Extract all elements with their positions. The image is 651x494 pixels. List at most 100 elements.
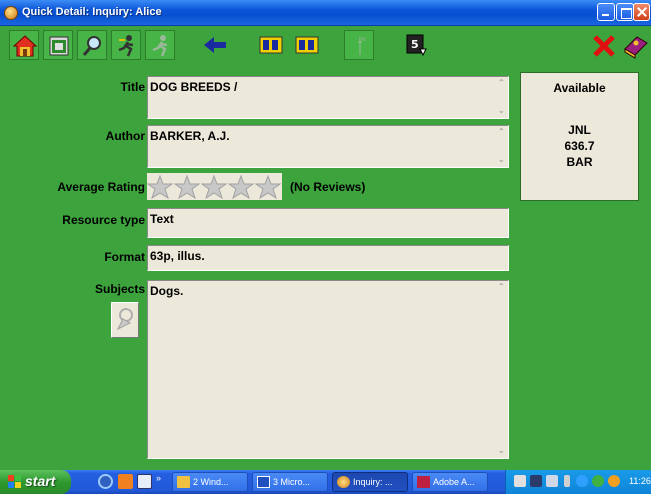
compass-button[interactable]: N [344, 30, 374, 60]
close-window-button[interactable] [633, 3, 650, 21]
close-icon [593, 35, 615, 57]
lookup-icon [116, 308, 133, 331]
task-label: 3 Micro... [273, 477, 311, 487]
cutter-number: BAR [566, 155, 593, 169]
scroll-down-icon[interactable]: ⌄ [498, 156, 505, 164]
network-tray-icon[interactable] [530, 475, 542, 487]
calendar-icon [49, 36, 69, 56]
title-value: DOG BREEDS / [150, 80, 238, 94]
call-number: 636.7 [564, 139, 595, 153]
app-icon [337, 476, 350, 488]
display-tray-icon[interactable] [546, 475, 558, 487]
scroll-down-icon[interactable]: ⌄ [498, 107, 505, 115]
task-inquiry[interactable]: Inquiry: ... [332, 472, 408, 492]
scroll-up-icon[interactable]: ⌃ [498, 79, 505, 87]
rating-text: (No Reviews) [290, 180, 366, 194]
subjects-label: Subjects [94, 282, 145, 296]
task-adobe[interactable]: Adobe A... [412, 472, 488, 492]
resource-type-label: Resource type [62, 213, 145, 227]
format-label: Format [104, 250, 145, 264]
ie-quicklaunch-icon[interactable] [98, 474, 113, 489]
minimize-button[interactable] [597, 3, 615, 21]
reports-button[interactable]: 5 [400, 30, 430, 60]
book-icon [624, 36, 648, 59]
author-value: BARKER, A.J. [150, 129, 230, 143]
folder-icon [177, 476, 190, 488]
reports-icon: 5 [406, 34, 427, 57]
home-button[interactable] [9, 30, 39, 60]
rating-star-icon[interactable] [201, 175, 227, 199]
media-quicklaunch-icon[interactable] [118, 474, 133, 489]
runner-button[interactable] [111, 30, 141, 60]
pen-tray-icon[interactable] [514, 475, 526, 487]
film-strip-forward-button[interactable] [291, 30, 321, 60]
subjects-scrollbar[interactable]: ⌃ ⌄ [495, 281, 508, 458]
compass-icon: N [358, 37, 366, 55]
availability-panel: Available JNL 636.7 BAR [520, 72, 639, 201]
title-label: Title [120, 80, 145, 94]
author-scrollbar[interactable]: ⌃ ⌄ [495, 126, 508, 167]
window-title: Quick Detail: Inquiry: Alice [22, 6, 162, 18]
quicklaunch-overflow-icon[interactable]: » [156, 473, 161, 483]
subjects-field[interactable]: Dogs. ⌃ ⌄ [147, 280, 509, 459]
film-strip-button[interactable] [255, 30, 285, 60]
rating-star-icon[interactable] [174, 175, 200, 199]
taskbar: start » 2 Wind... 3 Micro... Inquiry: ..… [0, 470, 651, 494]
scroll-down-icon[interactable]: ⌄ [498, 447, 505, 455]
rating-star-icon[interactable] [147, 175, 173, 199]
book-button[interactable] [618, 30, 648, 60]
subjects-value: Dogs. [150, 284, 184, 298]
scroll-up-icon[interactable]: ⌃ [498, 128, 505, 136]
search-button[interactable] [77, 30, 107, 60]
search-icon [82, 36, 101, 56]
task-label: Inquiry: ... [353, 477, 393, 487]
clock: 11:26 [629, 476, 651, 486]
rating-star-icon[interactable] [255, 175, 281, 199]
tray-overflow-icon[interactable] [564, 475, 570, 487]
film-strip-forward-icon [295, 36, 319, 54]
desktop-quicklaunch-icon[interactable] [137, 474, 152, 489]
svg-text:5: 5 [411, 38, 419, 51]
film-strip-icon [259, 36, 283, 54]
alert-tray-icon[interactable] [608, 475, 620, 487]
location-code: JNL [568, 123, 591, 137]
toolbar: N 5 [0, 27, 651, 65]
author-field[interactable]: BARKER, A.J. ⌃ ⌄ [147, 125, 509, 168]
format-field[interactable]: 63p, illus. [147, 245, 509, 271]
security-tray-icon[interactable] [592, 475, 604, 487]
title-scrollbar[interactable]: ⌃ ⌄ [495, 77, 508, 118]
start-button[interactable]: start [0, 470, 71, 494]
back-arrow-icon [204, 37, 226, 53]
task-label: Adobe A... [433, 477, 475, 487]
resource-type-field[interactable]: Text [147, 208, 509, 238]
task-microsoft-word[interactable]: 3 Micro... [252, 472, 328, 492]
subjects-lookup-button[interactable] [111, 302, 139, 338]
calendar-button[interactable] [43, 30, 73, 60]
task-windows-explorer[interactable]: 2 Wind... [172, 472, 248, 492]
author-label: Author [105, 129, 145, 143]
system-tray: 11:26 [505, 470, 651, 494]
word-icon [257, 476, 270, 488]
maximize-button[interactable] [616, 3, 634, 21]
adobe-icon [417, 476, 430, 488]
rating-star-icon[interactable] [228, 175, 254, 199]
title-field[interactable]: DOG BREEDS / ⌃ ⌄ [147, 76, 509, 119]
app-icon [4, 6, 18, 20]
availability-status: Available [553, 81, 606, 95]
svg-text:N: N [362, 37, 366, 43]
update-tray-icon[interactable] [576, 475, 588, 487]
runner-disabled-button[interactable] [145, 30, 175, 60]
task-label: 2 Wind... [193, 477, 229, 487]
rating-stars[interactable] [147, 173, 282, 200]
title-bar[interactable]: Quick Detail: Inquiry: Alice [0, 0, 651, 26]
start-label: start [25, 473, 56, 489]
runner-disabled-icon [152, 35, 168, 57]
runner-icon [118, 35, 134, 57]
windows-flag-icon [8, 475, 21, 488]
resource-type-value: Text [150, 212, 174, 226]
quick-detail-window: Quick Detail: Inquiry: Alice N 5 Title D… [0, 0, 651, 470]
cancel-button[interactable] [588, 30, 618, 60]
scroll-up-icon[interactable]: ⌃ [498, 283, 505, 291]
rating-label: Average Rating [57, 180, 145, 194]
back-button[interactable] [199, 30, 229, 60]
